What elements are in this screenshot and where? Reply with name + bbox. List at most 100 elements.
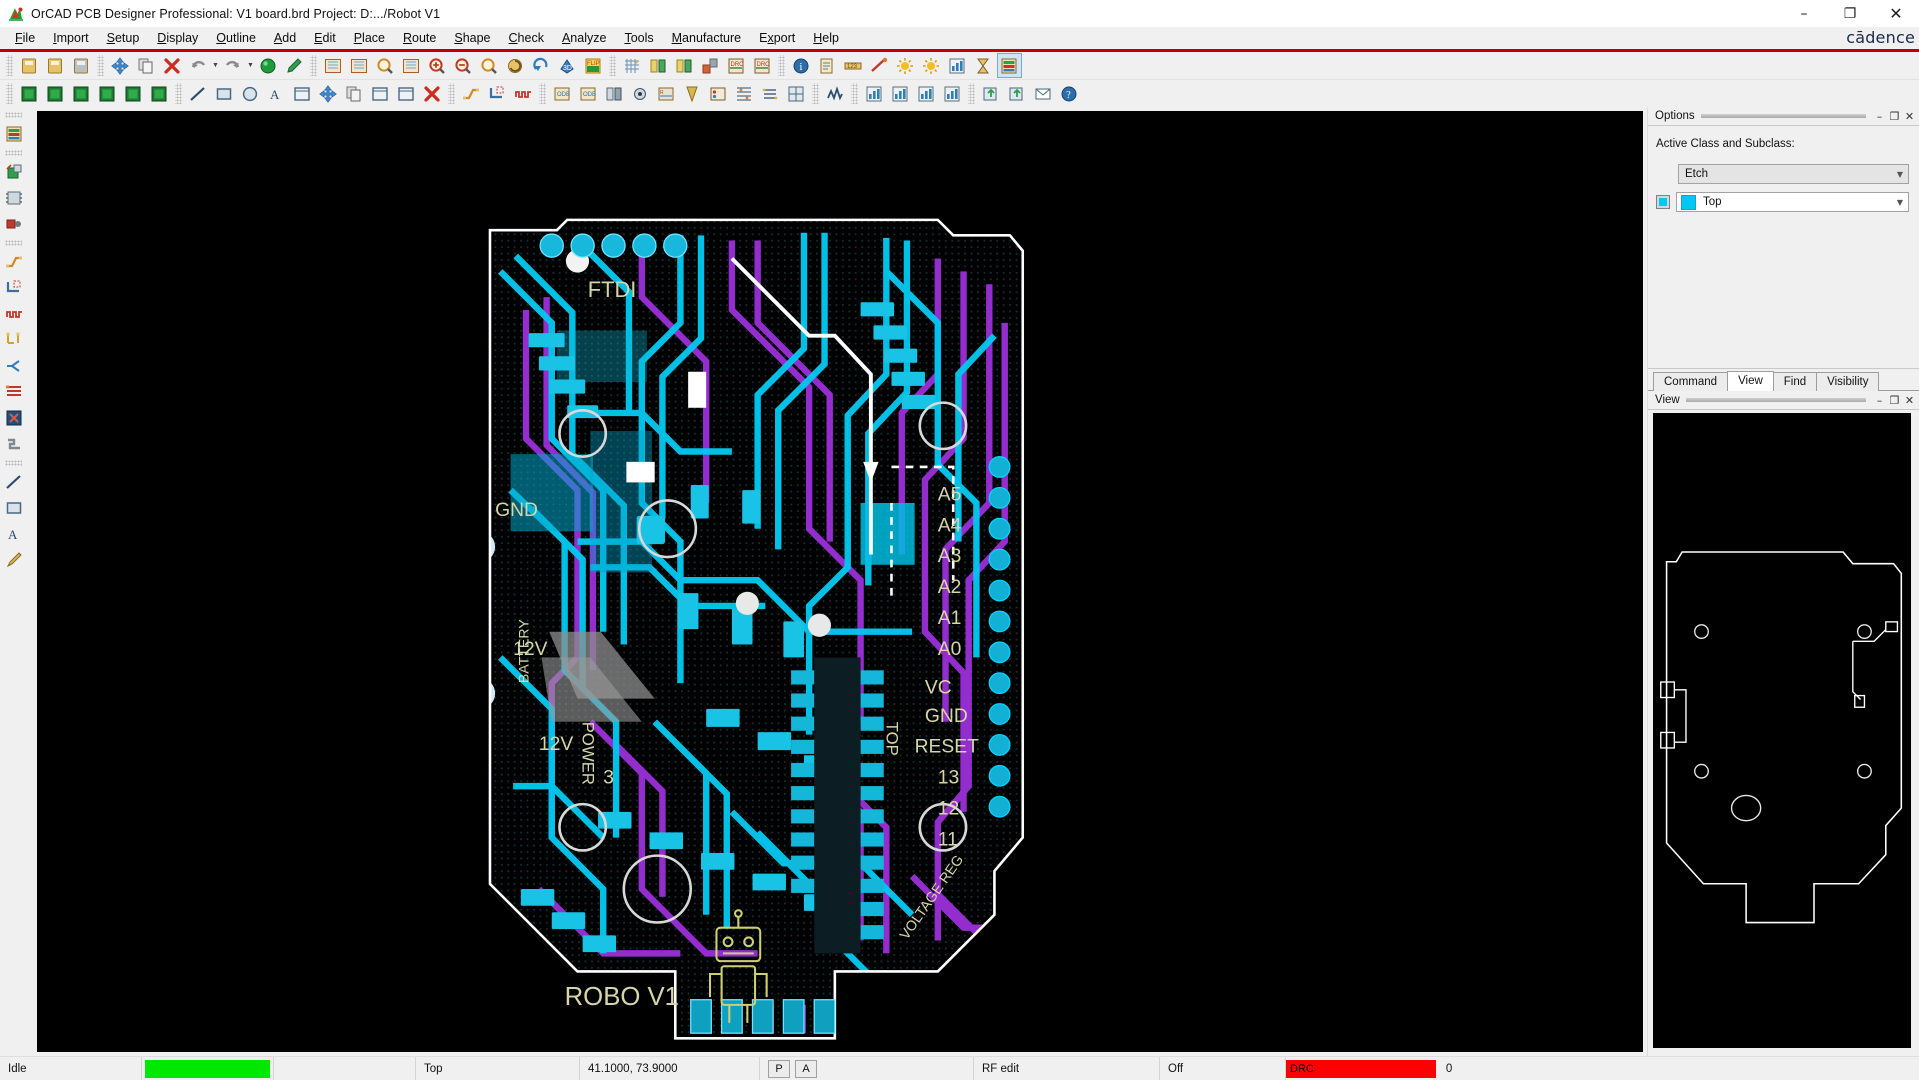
text-rail-icon[interactable]: A xyxy=(2,522,26,546)
report-icon[interactable] xyxy=(945,53,970,78)
spin-frame-icon[interactable] xyxy=(394,81,419,106)
copy-icon[interactable] xyxy=(134,53,159,78)
subclass-visibility-checkbox[interactable] xyxy=(1656,195,1670,209)
placement-edit-icon[interactable] xyxy=(646,53,671,78)
active-subclass-dropdown[interactable]: Top ▼ xyxy=(1676,192,1909,212)
toolbar-grip[interactable] xyxy=(851,83,858,104)
view-minimize-button[interactable]: – xyxy=(1872,394,1887,407)
tab-view[interactable]: View xyxy=(1727,371,1774,391)
rail-grip[interactable] xyxy=(5,112,22,118)
toolbar-grip[interactable] xyxy=(812,83,819,104)
bus-route-icon[interactable] xyxy=(2,380,26,404)
minimize-button[interactable]: – xyxy=(1781,0,1827,27)
undo-icon[interactable] xyxy=(186,53,211,78)
rail-grip[interactable] xyxy=(5,150,22,156)
report-list-2-icon[interactable] xyxy=(888,81,913,106)
menu-item-tools[interactable]: Tools xyxy=(615,29,662,48)
move-icon[interactable] xyxy=(108,53,133,78)
ncdrill-icon[interactable] xyxy=(680,81,705,106)
padstack-icon[interactable] xyxy=(602,81,627,106)
import-data-icon[interactable] xyxy=(1005,81,1030,106)
menu-item-edit[interactable]: Edit xyxy=(305,29,345,48)
delay-tune-rail-icon[interactable] xyxy=(2,302,26,326)
move-frame-icon[interactable] xyxy=(316,81,341,106)
auto-route-icon[interactable] xyxy=(2,406,26,430)
menu-item-route[interactable]: Route xyxy=(394,29,445,48)
options-float-button[interactable]: ❐ xyxy=(1887,110,1902,123)
maximize-button[interactable]: ❐ xyxy=(1827,0,1873,27)
color-icon[interactable] xyxy=(256,53,281,78)
circle-icon[interactable] xyxy=(238,81,263,106)
pencil-rail-icon[interactable] xyxy=(2,548,26,572)
shape-add-polygon-icon[interactable] xyxy=(43,81,68,106)
zoom-previous-icon[interactable] xyxy=(477,53,502,78)
toolbar-grip[interactable] xyxy=(175,83,182,104)
slide-rail-icon[interactable] xyxy=(2,276,26,300)
angle-mode-button[interactable]: A xyxy=(795,1060,817,1078)
menu-item-export[interactable]: Export xyxy=(750,29,804,48)
line-icon[interactable] xyxy=(186,81,211,106)
toolbar-grip[interactable] xyxy=(968,83,975,104)
signal-analysis-icon[interactable] xyxy=(823,81,848,106)
menu-item-place[interactable]: Place xyxy=(345,29,394,48)
tab-find[interactable]: Find xyxy=(1773,372,1817,391)
layers-stack-icon[interactable] xyxy=(2,122,26,146)
toolbar-grip[interactable] xyxy=(310,55,317,76)
menu-item-analyze[interactable]: Analyze xyxy=(553,29,615,48)
zoom-out-icon[interactable] xyxy=(451,53,476,78)
chevron-down-icon[interactable]: ▼ xyxy=(246,53,255,78)
slide-icon[interactable] xyxy=(485,81,510,106)
zoom-selection-icon[interactable] xyxy=(399,53,424,78)
frame-icon[interactable] xyxy=(290,81,315,106)
view-close-button[interactable]: ✕ xyxy=(1902,394,1917,407)
menu-item-help[interactable]: Help xyxy=(804,29,848,48)
zoom-in-icon[interactable] xyxy=(425,53,450,78)
zoom-world-icon[interactable] xyxy=(347,53,372,78)
report-list-4-icon[interactable] xyxy=(940,81,965,106)
constraint-mgr-icon[interactable]: DRC xyxy=(750,53,775,78)
new-file-icon[interactable] xyxy=(17,53,42,78)
component-icon[interactable] xyxy=(2,186,26,210)
close-button[interactable]: ✕ xyxy=(1873,0,1919,27)
dfa-icon[interactable] xyxy=(784,81,809,106)
options-drag-handle[interactable] xyxy=(1701,114,1866,118)
options-minimize-button[interactable]: – xyxy=(1872,110,1887,123)
toolbar-grip[interactable] xyxy=(6,55,13,76)
zoom-by-points-icon[interactable] xyxy=(373,53,398,78)
shape-compose-icon[interactable] xyxy=(147,81,172,106)
menu-item-add[interactable]: Add xyxy=(265,29,305,48)
add-connect-icon[interactable] xyxy=(459,81,484,106)
view-drag-handle[interactable] xyxy=(1686,398,1866,402)
shape-edit-boundary-icon[interactable] xyxy=(95,81,120,106)
fanout-icon[interactable] xyxy=(2,354,26,378)
drc-markers-icon[interactable]: DRC xyxy=(724,53,749,78)
options-close-button[interactable]: ✕ xyxy=(1902,110,1917,123)
toolbar-grip[interactable] xyxy=(539,83,546,104)
rectangle-rail-icon[interactable] xyxy=(2,496,26,520)
shape-delete-island-icon[interactable] xyxy=(121,81,146,106)
report-list-1-icon[interactable] xyxy=(862,81,887,106)
highlight-icon[interactable] xyxy=(282,53,307,78)
label-icon[interactable] xyxy=(2,212,26,236)
text-icon[interactable]: A xyxy=(264,81,289,106)
menu-item-import[interactable]: Import xyxy=(44,29,97,48)
film-icon[interactable]: R xyxy=(654,81,679,106)
help-icon[interactable]: ? xyxy=(1057,81,1082,106)
menu-item-display[interactable]: Display xyxy=(148,29,207,48)
rotate-icon[interactable] xyxy=(529,53,554,78)
quickplace-icon[interactable] xyxy=(672,53,697,78)
save-file-icon[interactable] xyxy=(69,53,94,78)
hourglass-icon[interactable] xyxy=(971,53,996,78)
zoom-fit-icon[interactable] xyxy=(321,53,346,78)
view-3d-icon[interactable]: 3D xyxy=(555,53,580,78)
measure-icon[interactable]: 123 xyxy=(841,53,866,78)
status-drc-cell[interactable]: DRC 0 xyxy=(1286,1057,1462,1080)
menu-item-file[interactable]: File xyxy=(6,29,44,48)
delete-icon[interactable] xyxy=(160,53,185,78)
mirror-frame-icon[interactable] xyxy=(368,81,393,106)
netlist-icon[interactable]: ODB xyxy=(550,81,575,106)
testpoint-icon[interactable] xyxy=(732,81,757,106)
logic-icon[interactable]: ODB xyxy=(576,81,601,106)
redraw-icon[interactable] xyxy=(503,53,528,78)
rail-grip[interactable] xyxy=(5,240,22,246)
